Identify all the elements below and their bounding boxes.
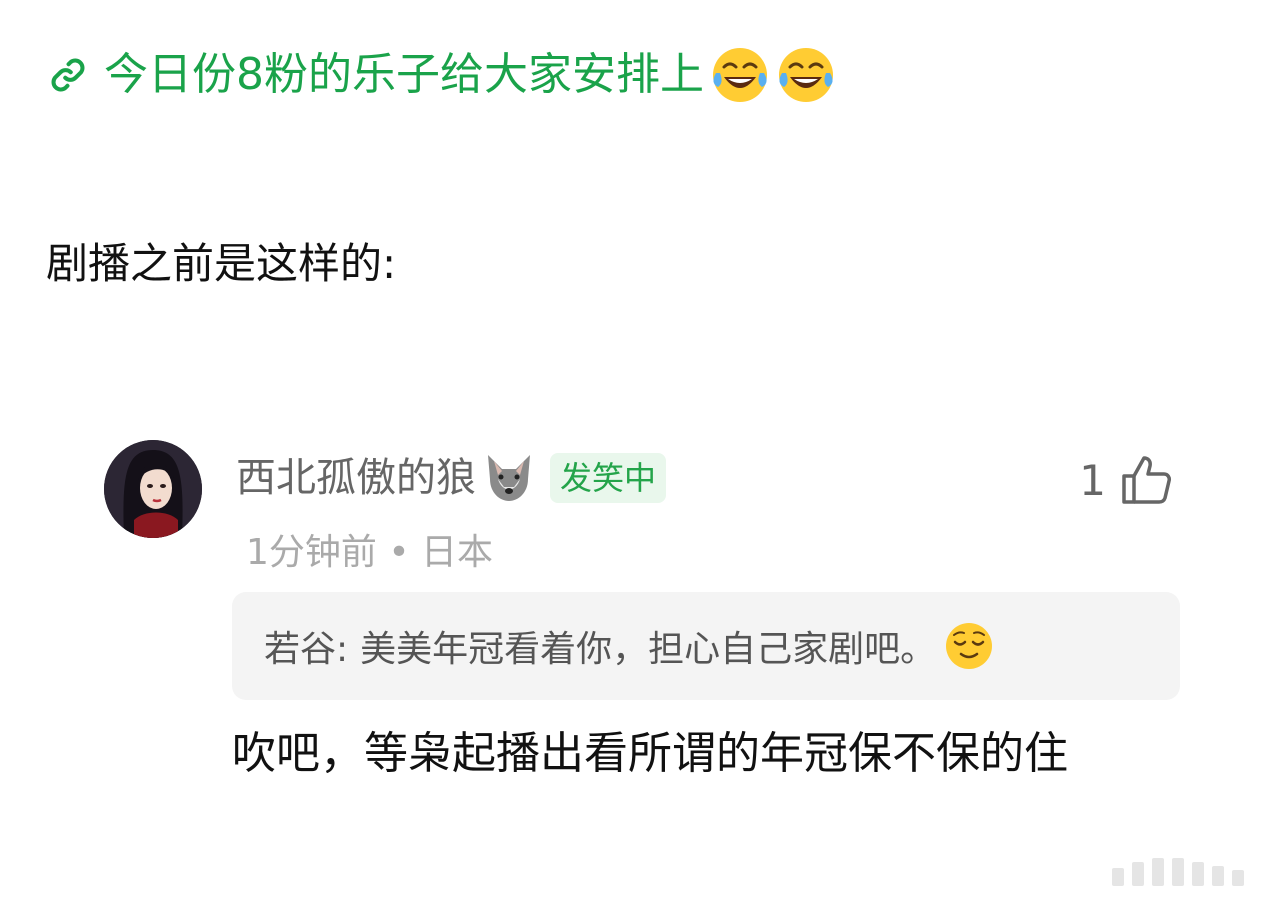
wolf-icon <box>488 455 530 501</box>
username[interactable]: 西北孤傲的狼 <box>236 446 476 510</box>
post-link-text: 今日份8粉的乐子给大家安排上 <box>104 49 704 100</box>
watermark <box>1112 858 1244 886</box>
quote-author: 若谷: <box>264 629 349 670</box>
like-button[interactable]: 1 <box>1079 448 1174 512</box>
avatar-image <box>104 440 202 538</box>
username-row: 西北孤傲的狼 发笑中 <box>236 446 667 510</box>
comment-meta: 1分钟前 • 日本 <box>246 532 494 573</box>
reply-text: 吹吧，等枭起播出看所谓的年冠保不保的住 <box>232 728 1068 779</box>
like-count: 1 <box>1079 455 1106 505</box>
relieved-face-icon <box>946 623 993 669</box>
post-screenshot: 今日份8粉的乐子给大家安排上 剧播之前是这样的: 西北孤傲的狼 发笑中 1 1分… <box>0 0 1284 902</box>
laughing-tears-emoji <box>713 48 767 102</box>
quoted-comment[interactable]: 若谷: 美美年冠看着你，担心自己家剧吧。 <box>232 592 1180 700</box>
avatar[interactable] <box>104 440 202 538</box>
post-link[interactable]: 今日份8粉的乐子给大家安排上 <box>46 40 836 110</box>
intro-text: 剧播之前是这样的: <box>46 239 397 288</box>
status-badge: 发笑中 <box>550 453 667 503</box>
link-icon <box>51 58 85 92</box>
laughing-tears-emoji <box>779 48 833 102</box>
thumbs-up-icon <box>1122 456 1171 504</box>
quote-text: 美美年冠看着你，担心自己家剧吧。 <box>360 629 937 670</box>
